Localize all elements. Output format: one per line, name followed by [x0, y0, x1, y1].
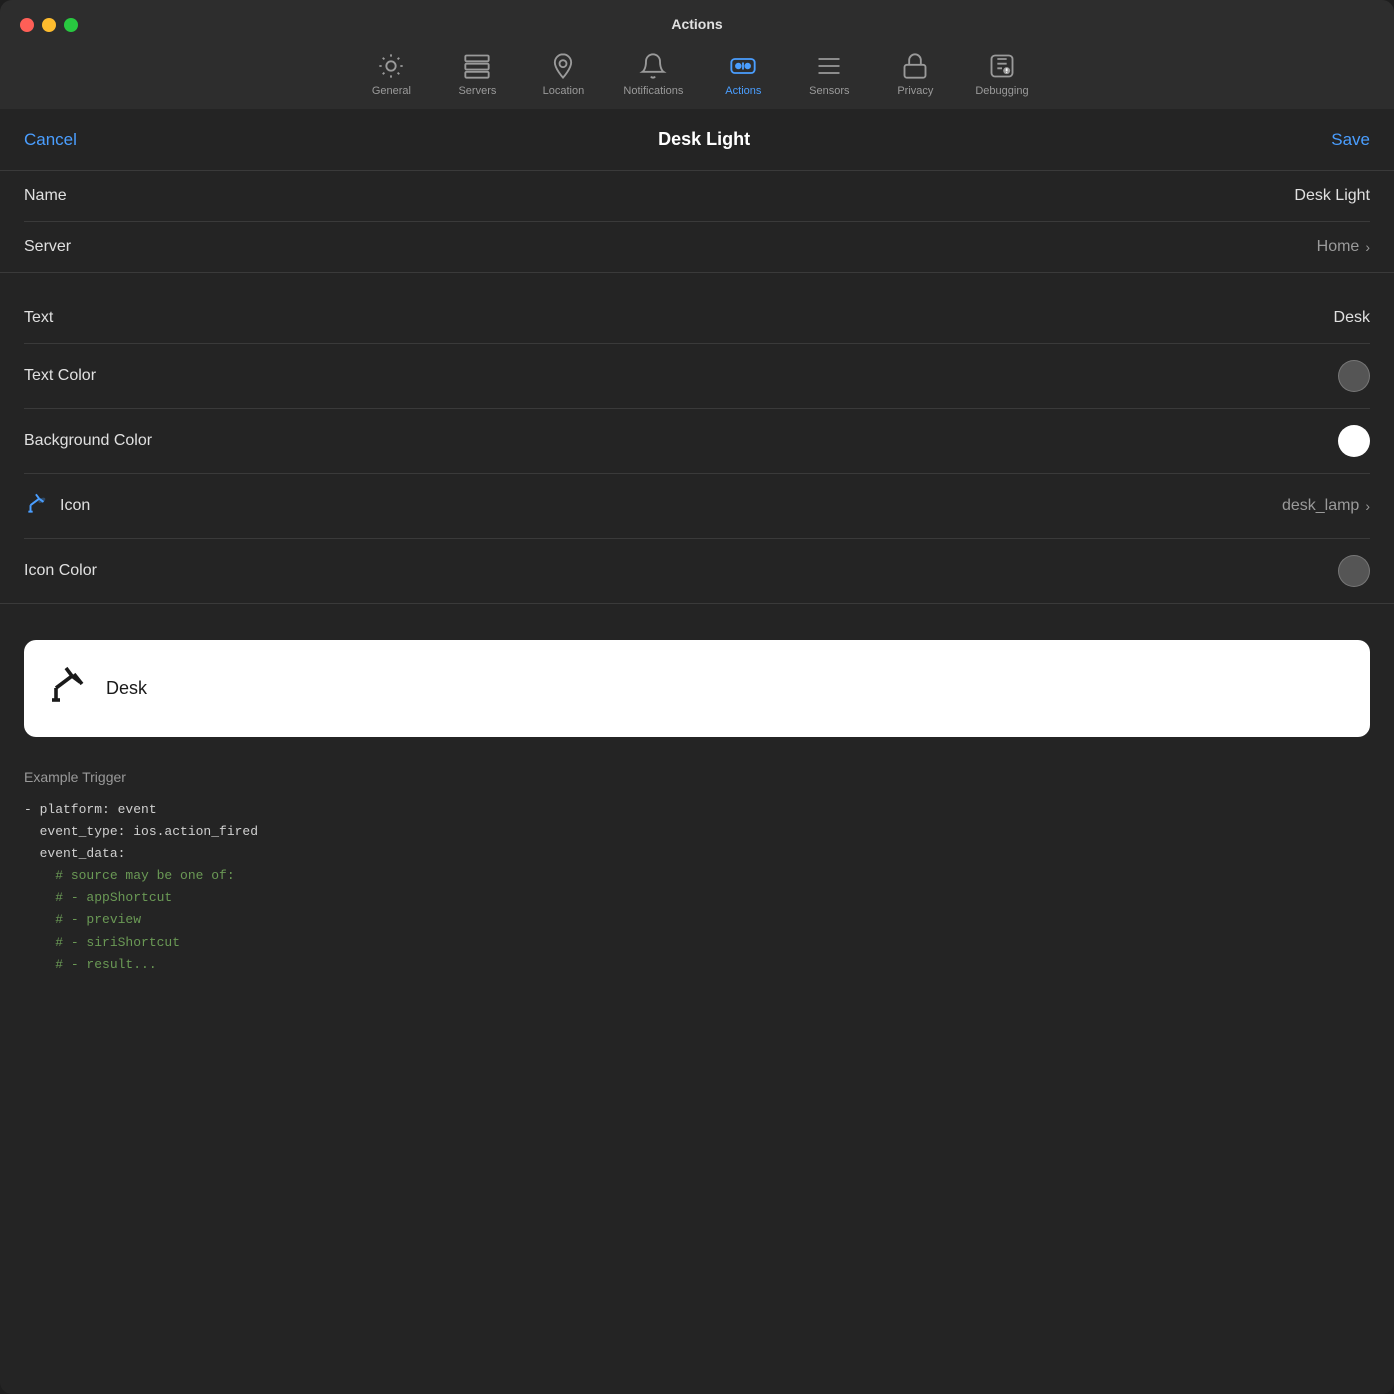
servers-label: Servers — [458, 85, 496, 97]
name-label: Name — [24, 187, 67, 205]
sidebar-item-servers[interactable]: Servers — [437, 44, 517, 105]
appearance-section: Text Desk Text Color Background Color — [0, 293, 1394, 604]
cancel-button[interactable]: Cancel — [24, 130, 77, 150]
example-trigger-code: - platform: event event_type: ios.action… — [24, 799, 1370, 976]
debugging-label: Debugging — [975, 85, 1028, 97]
actions-icon — [729, 52, 757, 80]
background-color-label: Background Color — [24, 432, 152, 450]
background-color-swatch[interactable] — [1338, 425, 1370, 457]
notifications-label: Notifications — [623, 85, 683, 97]
sidebar-item-debugging[interactable]: Debugging — [961, 44, 1042, 105]
title-bar: Actions General — [0, 0, 1394, 109]
general-icon — [377, 52, 405, 80]
actions-label: Actions — [725, 85, 761, 97]
server-row[interactable]: Server Home › — [24, 222, 1370, 272]
text-color-swatch[interactable] — [1338, 360, 1370, 392]
identity-section: Name Desk Light Server Home › — [0, 171, 1394, 273]
privacy-icon — [901, 52, 929, 80]
save-button[interactable]: Save — [1331, 130, 1370, 150]
icon-color-row[interactable]: Icon Color — [24, 539, 1370, 603]
server-value: Home › — [1317, 238, 1370, 256]
icon-label: Icon — [60, 497, 90, 515]
debugging-icon — [988, 52, 1016, 80]
preview-card-icon — [44, 660, 92, 717]
icon-chevron-icon: › — [1365, 498, 1370, 514]
window: Actions General — [0, 0, 1394, 1394]
icon-color-label: Icon Color — [24, 562, 97, 580]
text-label: Text — [24, 309, 53, 327]
icon-value: desk_lamp › — [1282, 497, 1370, 515]
sidebar-item-privacy[interactable]: Privacy — [875, 44, 955, 105]
example-trigger-section: Example Trigger - platform: event event_… — [0, 753, 1394, 976]
preview-card-label: Desk — [106, 678, 147, 699]
privacy-label: Privacy — [897, 85, 933, 97]
icon-label-row: Icon — [24, 490, 90, 522]
sensors-icon — [815, 52, 843, 80]
nav-bar: Cancel Desk Light Save — [0, 109, 1394, 171]
sidebar-item-notifications[interactable]: Notifications — [609, 44, 697, 105]
minimize-button[interactable] — [42, 18, 56, 32]
sidebar-item-location[interactable]: Location — [523, 44, 603, 105]
fullscreen-button[interactable] — [64, 18, 78, 32]
preview-card: Desk — [24, 640, 1370, 737]
icon-color-swatch[interactable] — [1338, 555, 1370, 587]
sensors-label: Sensors — [809, 85, 849, 97]
server-label: Server — [24, 238, 71, 256]
close-button[interactable] — [20, 18, 34, 32]
sidebar-item-sensors[interactable]: Sensors — [789, 44, 869, 105]
text-value: Desk — [1334, 309, 1370, 327]
example-trigger-title: Example Trigger — [24, 769, 1370, 785]
content-area: Cancel Desk Light Save Name Desk Light S… — [0, 109, 1394, 1394]
desk-lamp-preview-icon — [24, 490, 50, 522]
window-title: Actions — [671, 16, 722, 32]
text-color-label: Text Color — [24, 367, 96, 385]
servers-icon — [463, 52, 491, 80]
page-title: Desk Light — [658, 129, 750, 150]
server-chevron-icon: › — [1365, 239, 1370, 255]
text-color-row[interactable]: Text Color — [24, 344, 1370, 409]
name-row[interactable]: Name Desk Light — [24, 171, 1370, 222]
name-value: Desk Light — [1294, 187, 1370, 205]
location-label: Location — [543, 85, 585, 97]
background-color-row[interactable]: Background Color — [24, 409, 1370, 474]
general-label: General — [372, 85, 411, 97]
sidebar-item-actions[interactable]: Actions — [703, 44, 783, 105]
toolbar: General Servers — [20, 44, 1374, 109]
traffic-lights — [20, 18, 78, 32]
location-icon — [549, 52, 577, 80]
notifications-icon — [639, 52, 667, 80]
text-row[interactable]: Text Desk — [24, 293, 1370, 344]
icon-row[interactable]: Icon desk_lamp › — [24, 474, 1370, 539]
sidebar-item-general[interactable]: General — [351, 44, 431, 105]
